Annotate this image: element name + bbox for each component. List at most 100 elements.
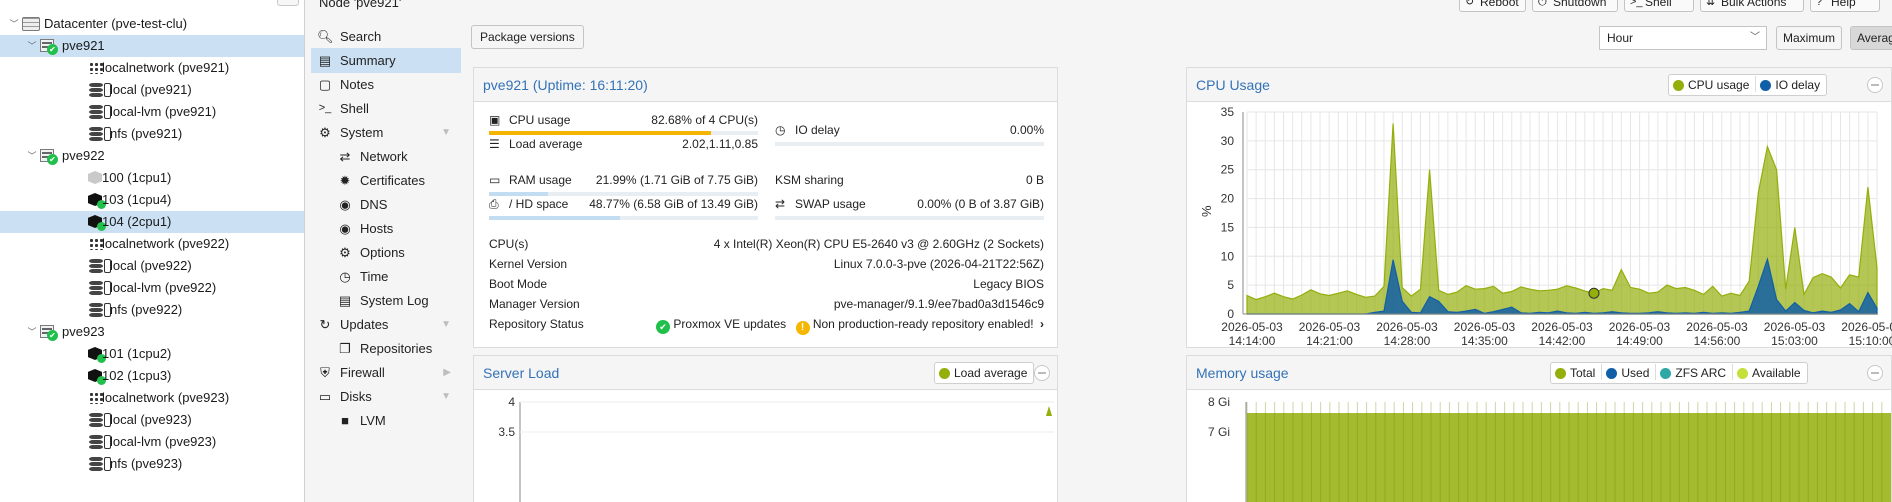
tree-item-label: local (pve922) (110, 258, 192, 273)
tree-item[interactable]: 102 (1cpu3) (0, 365, 304, 387)
menu-item-network[interactable]: ⇄ Network (311, 144, 461, 169)
vm-icon (88, 347, 106, 363)
tree-item[interactable]: 104 (2cpu1) (0, 211, 304, 233)
tree-item[interactable]: local-lvm (pve921) (0, 101, 304, 123)
menu-item-system[interactable]: ⚙ System ▼ (311, 120, 461, 145)
tree-item[interactable]: local (pve923) (0, 409, 304, 431)
memory-undo-zoom-button[interactable] (1867, 365, 1883, 381)
storage-icon (89, 105, 103, 119)
menu-item-lvm[interactable]: ■ LVM (311, 408, 461, 433)
expand-toggle-icon[interactable]: ﹀ (26, 145, 38, 167)
package-versions-button[interactable]: Package versions (471, 25, 584, 49)
chevron-down-icon[interactable]: ▼ (441, 120, 451, 145)
tree-item[interactable]: localnetwork (pve922) (0, 233, 304, 255)
summary-icon: ▤ (318, 53, 332, 68)
menu-item-label: System (340, 125, 384, 140)
datacenter-icon (22, 17, 40, 31)
chevron-down-icon[interactable]: ▼ (441, 384, 451, 409)
legend-io-delay[interactable]: IO delay (1756, 75, 1826, 95)
legend-total[interactable]: Total (1551, 363, 1601, 383)
tree-item[interactable]: local (pve922) (0, 255, 304, 277)
legend-used[interactable]: Used (1602, 363, 1655, 383)
tree-view-button[interactable] (277, 0, 299, 6)
square-icon: ■ (341, 413, 349, 428)
tree-item[interactable]: ﹀ pve921 (0, 35, 304, 57)
tree-item-label: local-lvm (pve922) (110, 280, 217, 295)
legend-available[interactable]: Available (1733, 363, 1806, 383)
tree-item[interactable]: 101 (1cpu2) (0, 343, 304, 365)
expand-toggle-icon[interactable]: ﹀ (8, 13, 20, 35)
tree-item[interactable]: nfs (pve923) (0, 453, 304, 475)
tree-item[interactable]: local (pve921) (0, 79, 304, 101)
resource-tree[interactable]: ﹀ Datacenter (pve-test-clu) ﹀ pve921 localne… (0, 0, 305, 502)
menu-item-updates[interactable]: ↻ Updates ▼ (311, 312, 461, 337)
swap-usage-bar (775, 216, 1044, 220)
shutdown-button[interactable]: ⏻ Shutdown (1532, 0, 1618, 12)
menu-item-options[interactable]: ⚙ Options (311, 240, 461, 265)
tree-item[interactable]: 100 (1cpu1) (0, 167, 304, 189)
tree-item[interactable]: local-lvm (pve922) (0, 277, 304, 299)
swap-usage-row: ⇄ SWAP usage 0.00% (0 B of 3.87 GiB) (775, 194, 1044, 214)
menu-item-dns[interactable]: ◉ DNS (311, 192, 461, 217)
tree-item[interactable]: local-lvm (pve923) (0, 431, 304, 453)
menu-item-label: Summary (340, 53, 396, 68)
legend-cpu-usage[interactable]: CPU usage (1669, 75, 1755, 95)
server-load-chart[interactable]: 4 3.5 (474, 390, 1059, 502)
vm-icon (88, 193, 106, 209)
tree-item-label: 103 (1cpu4) (102, 192, 172, 207)
tree-item[interactable]: 103 (1cpu4) (0, 189, 304, 211)
clock-icon: ◷ (775, 123, 786, 137)
tree-item[interactable]: ﹀ Datacenter (pve-test-clu) (0, 13, 304, 35)
menu-item-firewall[interactable]: ⛨ Firewall ▶ (311, 360, 461, 385)
refresh-icon: ↻ (319, 317, 331, 332)
memory-usage-chart[interactable]: 8 Gi 7 Gi (1187, 390, 1892, 502)
tree-item[interactable]: ﹀ pve922 (0, 145, 304, 167)
menu-item-certificates[interactable]: ✹ Certificates (311, 168, 461, 193)
cpu-usage-chart[interactable]: 05101520253035%2026-05-0314:14:002026-05… (1187, 102, 1892, 349)
server-load-y-tick: 3.5 (498, 425, 515, 439)
undo-zoom-button[interactable] (1867, 77, 1883, 93)
chevron-right-icon[interactable]: ▶ (443, 360, 451, 385)
legend-zfs-arc[interactable]: ZFS ARC (1656, 363, 1732, 383)
menu-item-system-log[interactable]: ▤ System Log (311, 288, 461, 313)
maximum-button[interactable]: Maximum (1776, 26, 1842, 50)
tree-item[interactable]: localnetwork (pve921) (0, 57, 304, 79)
tree-item[interactable]: nfs (pve922) (0, 299, 304, 321)
reboot-button[interactable]: ↻ Reboot (1459, 0, 1526, 12)
storage-icon (89, 413, 103, 427)
gear-icon: ⚙ (339, 245, 351, 260)
tree-item[interactable]: ﹀ pve923 (0, 321, 304, 343)
cpu-chart-title: CPU Usage (1196, 77, 1270, 93)
load-average-row: ☰ Load average 2.02,1.11,0.85 (489, 134, 758, 154)
tree-item[interactable]: nfs (pve921) (0, 123, 304, 145)
expand-toggle-icon[interactable]: ﹀ (26, 35, 38, 57)
menu-item-repositories[interactable]: ❐ Repositories (311, 336, 461, 361)
list-icon: ▤ (338, 293, 352, 308)
bulk-actions-button[interactable]: ⇊ Bulk Actions (1700, 0, 1804, 12)
timeframe-select[interactable]: Hour ﹀ (1599, 26, 1767, 50)
server-load-undo-zoom-button[interactable] (1034, 365, 1050, 381)
menu-item-hosts[interactable]: ◉ Hosts (311, 216, 461, 241)
menu-item-notes[interactable]: ▢ Notes (311, 72, 461, 97)
tree-item[interactable]: localnetwork (pve923) (0, 387, 304, 409)
repository-status-row[interactable]: Repository Status ✔ Proxmox VE updates !… (489, 314, 1044, 335)
io-delay-row: ◷ IO delay 0.00% (775, 120, 1044, 140)
menu-item-shell[interactable]: >_ Shell (311, 96, 461, 121)
help-button[interactable]: ? Help (1810, 0, 1880, 12)
chevron-down-icon: ﹀ (1750, 32, 1760, 43)
menu-item-search[interactable]: 🔍︎ Search (311, 24, 461, 49)
chevron-right-icon[interactable]: › (1040, 317, 1044, 331)
y-tick-label: 30 (1221, 134, 1235, 148)
summary-panel: Package versions Hour﹀ Maximum Average p… (461, 14, 1892, 502)
menu-item-disks[interactable]: ▭ Disks ▼ (311, 384, 461, 409)
tree-item-label: local (pve921) (110, 82, 192, 97)
terminal-icon: >_ (1630, 0, 1643, 8)
shell-button[interactable]: >_ Shell (1624, 0, 1694, 12)
menu-item-time[interactable]: ◷ Time (311, 264, 461, 289)
average-button[interactable]: Average (1850, 26, 1892, 50)
expand-toggle-icon[interactable]: ﹀ (26, 321, 38, 343)
menu-item-summary[interactable]: ▤ Summary (311, 48, 461, 73)
reboot-icon: ↻ (1465, 0, 1475, 8)
legend-load-average[interactable]: Load average (935, 363, 1033, 383)
chevron-down-icon[interactable]: ▼ (441, 312, 451, 337)
